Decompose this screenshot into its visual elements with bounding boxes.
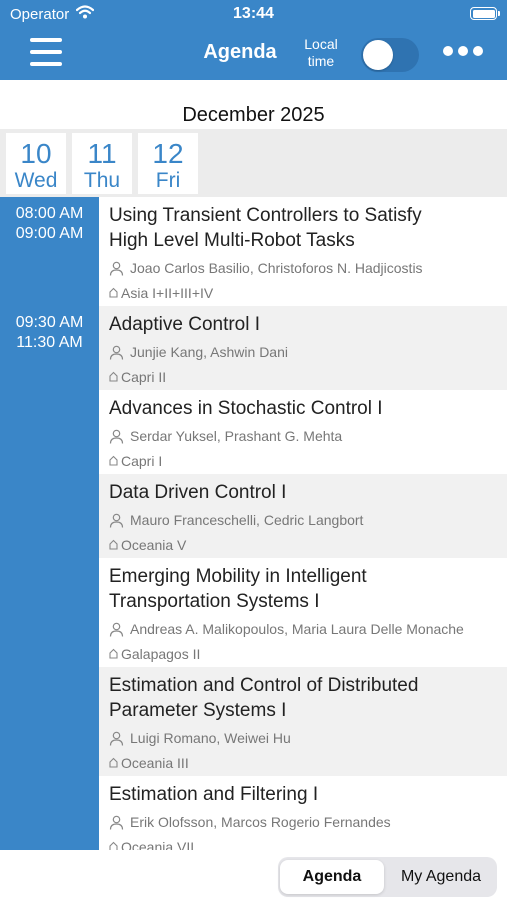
session-title: Using Transient Controllers to Satisfy H…: [109, 203, 504, 253]
authors-text: Mauro Franceschelli, Cedric Langbort: [130, 512, 364, 528]
session-title: Estimation and Control of Distributed Pa…: [109, 673, 504, 723]
session-title-line: Parameter Systems I: [109, 700, 287, 721]
local-time-label-line2: time: [307, 53, 335, 69]
date-tab-thu[interactable]: 11 Thu: [72, 133, 132, 194]
room-icon: [109, 455, 118, 466]
date-number: 10: [20, 138, 52, 169]
time-slot: 08:00 AM 09:00 AM: [0, 204, 99, 244]
time-start: 08:00 AM: [15, 205, 84, 222]
time-end: 09:00 AM: [15, 225, 84, 242]
session-title-line: Using Transient Controllers to Satisfy: [109, 205, 422, 226]
local-time-label: Local time: [296, 36, 346, 70]
person-icon: [109, 345, 124, 360]
room-text: Capri I: [121, 453, 163, 469]
authors-text: Junjie Kang, Ashwin Dani: [130, 344, 288, 360]
time-column: 08:00 AM 09:00 AM 09:30 AM 11:30 AM: [0, 197, 99, 850]
room-text: Asia I+II+III+IV: [121, 285, 214, 301]
time-start: 09:30 AM: [15, 314, 84, 331]
session-item[interactable]: Advances in Stochastic Control I Serdar …: [99, 390, 507, 474]
local-time-label-line1: Local: [304, 36, 338, 52]
session-item[interactable]: Adaptive Control I Junjie Kang, Ashwin D…: [99, 306, 507, 390]
session-title: Estimation and Filtering I: [109, 784, 319, 805]
session-title-line: Transportation Systems I: [109, 591, 320, 612]
session-title-line: Emerging Mobility in Intelligent: [109, 566, 367, 587]
session-list: Using Transient Controllers to Satisfy H…: [99, 197, 507, 850]
nav-bar: Agenda Local time: [0, 28, 507, 80]
session-title: Data Driven Control I: [109, 482, 287, 503]
month-label: December 2025: [182, 104, 325, 126]
time-end: 11:30 AM: [16, 334, 83, 351]
person-icon: [109, 429, 124, 444]
authors-text: Erik Olofsson, Marcos Rogerio Fernandes: [130, 814, 391, 830]
status-time: 13:44: [233, 5, 274, 22]
session-title: Advances in Stochastic Control I: [109, 398, 383, 419]
status-bar: Operator 13:44: [0, 0, 507, 28]
session-item[interactable]: Estimation and Control of Distributed Pa…: [99, 667, 507, 776]
toggle-knob: [363, 40, 393, 70]
authors-text: Luigi Romano, Weiwei Hu: [130, 730, 291, 746]
session-item[interactable]: Using Transient Controllers to Satisfy H…: [99, 197, 507, 306]
room-text: Galapagos II: [121, 646, 201, 662]
room-icon: [109, 841, 118, 850]
room-icon: [109, 648, 118, 659]
person-icon: [109, 731, 124, 746]
session-item[interactable]: Emerging Mobility in Intelligent Transpo…: [99, 558, 507, 667]
authors-text: Joao Carlos Basilio, Christoforos N. Had…: [130, 260, 423, 276]
person-icon: [109, 622, 124, 637]
tab-agenda[interactable]: Agenda: [280, 860, 384, 894]
battery-icon: [470, 7, 500, 20]
authors-text: Serdar Yuksel, Prashant G. Mehta: [130, 428, 343, 444]
room-text: Oceania III: [121, 755, 189, 771]
date-number: 11: [87, 138, 117, 169]
date-number: 12: [152, 138, 184, 169]
room-icon: [109, 287, 118, 298]
time-slot: 09:30 AM 11:30 AM: [0, 313, 99, 353]
session-title-line: High Level Multi-Robot Tasks: [109, 230, 355, 251]
authors-text: Andreas A. Malikopoulos, Maria Laura Del…: [130, 621, 464, 637]
session-title: Emerging Mobility in Intelligent Transpo…: [109, 564, 504, 614]
session-title: Adaptive Control I: [109, 314, 261, 335]
page-title: Agenda: [203, 41, 277, 63]
person-icon: [109, 261, 124, 276]
session-item[interactable]: Data Driven Control I Mauro Franceschell…: [99, 474, 507, 558]
room-icon: [109, 539, 118, 550]
local-time-toggle[interactable]: [361, 38, 419, 72]
agenda-segmented-control: Agenda My Agenda: [278, 857, 497, 897]
person-icon: [109, 815, 124, 830]
date-tab-fri[interactable]: 12 Fri: [138, 133, 198, 194]
room-text: Oceania V: [121, 537, 187, 553]
room-text: Capri II: [121, 369, 167, 385]
more-options-icon[interactable]: [443, 44, 483, 58]
session-item[interactable]: Estimation and Filtering I Erik Olofsson…: [99, 776, 507, 850]
bottom-bar: Agenda My Agenda: [0, 850, 507, 900]
hamburger-menu-icon[interactable]: [30, 38, 62, 66]
date-tab-wed[interactable]: 10 Wed: [6, 133, 66, 194]
room-icon: [109, 757, 118, 768]
session-title-line: Estimation and Control of Distributed: [109, 675, 419, 696]
date-weekday: Wed: [14, 169, 58, 192]
tab-my-agenda[interactable]: My Agenda: [386, 860, 496, 894]
date-weekday: Thu: [83, 169, 121, 192]
date-strip: 10 Wed 11 Thu 12 Fri: [0, 129, 507, 197]
room-icon: [109, 371, 118, 382]
room-text: Oceania VII: [121, 839, 195, 850]
date-weekday: Fri: [155, 169, 181, 192]
person-icon: [109, 513, 124, 528]
